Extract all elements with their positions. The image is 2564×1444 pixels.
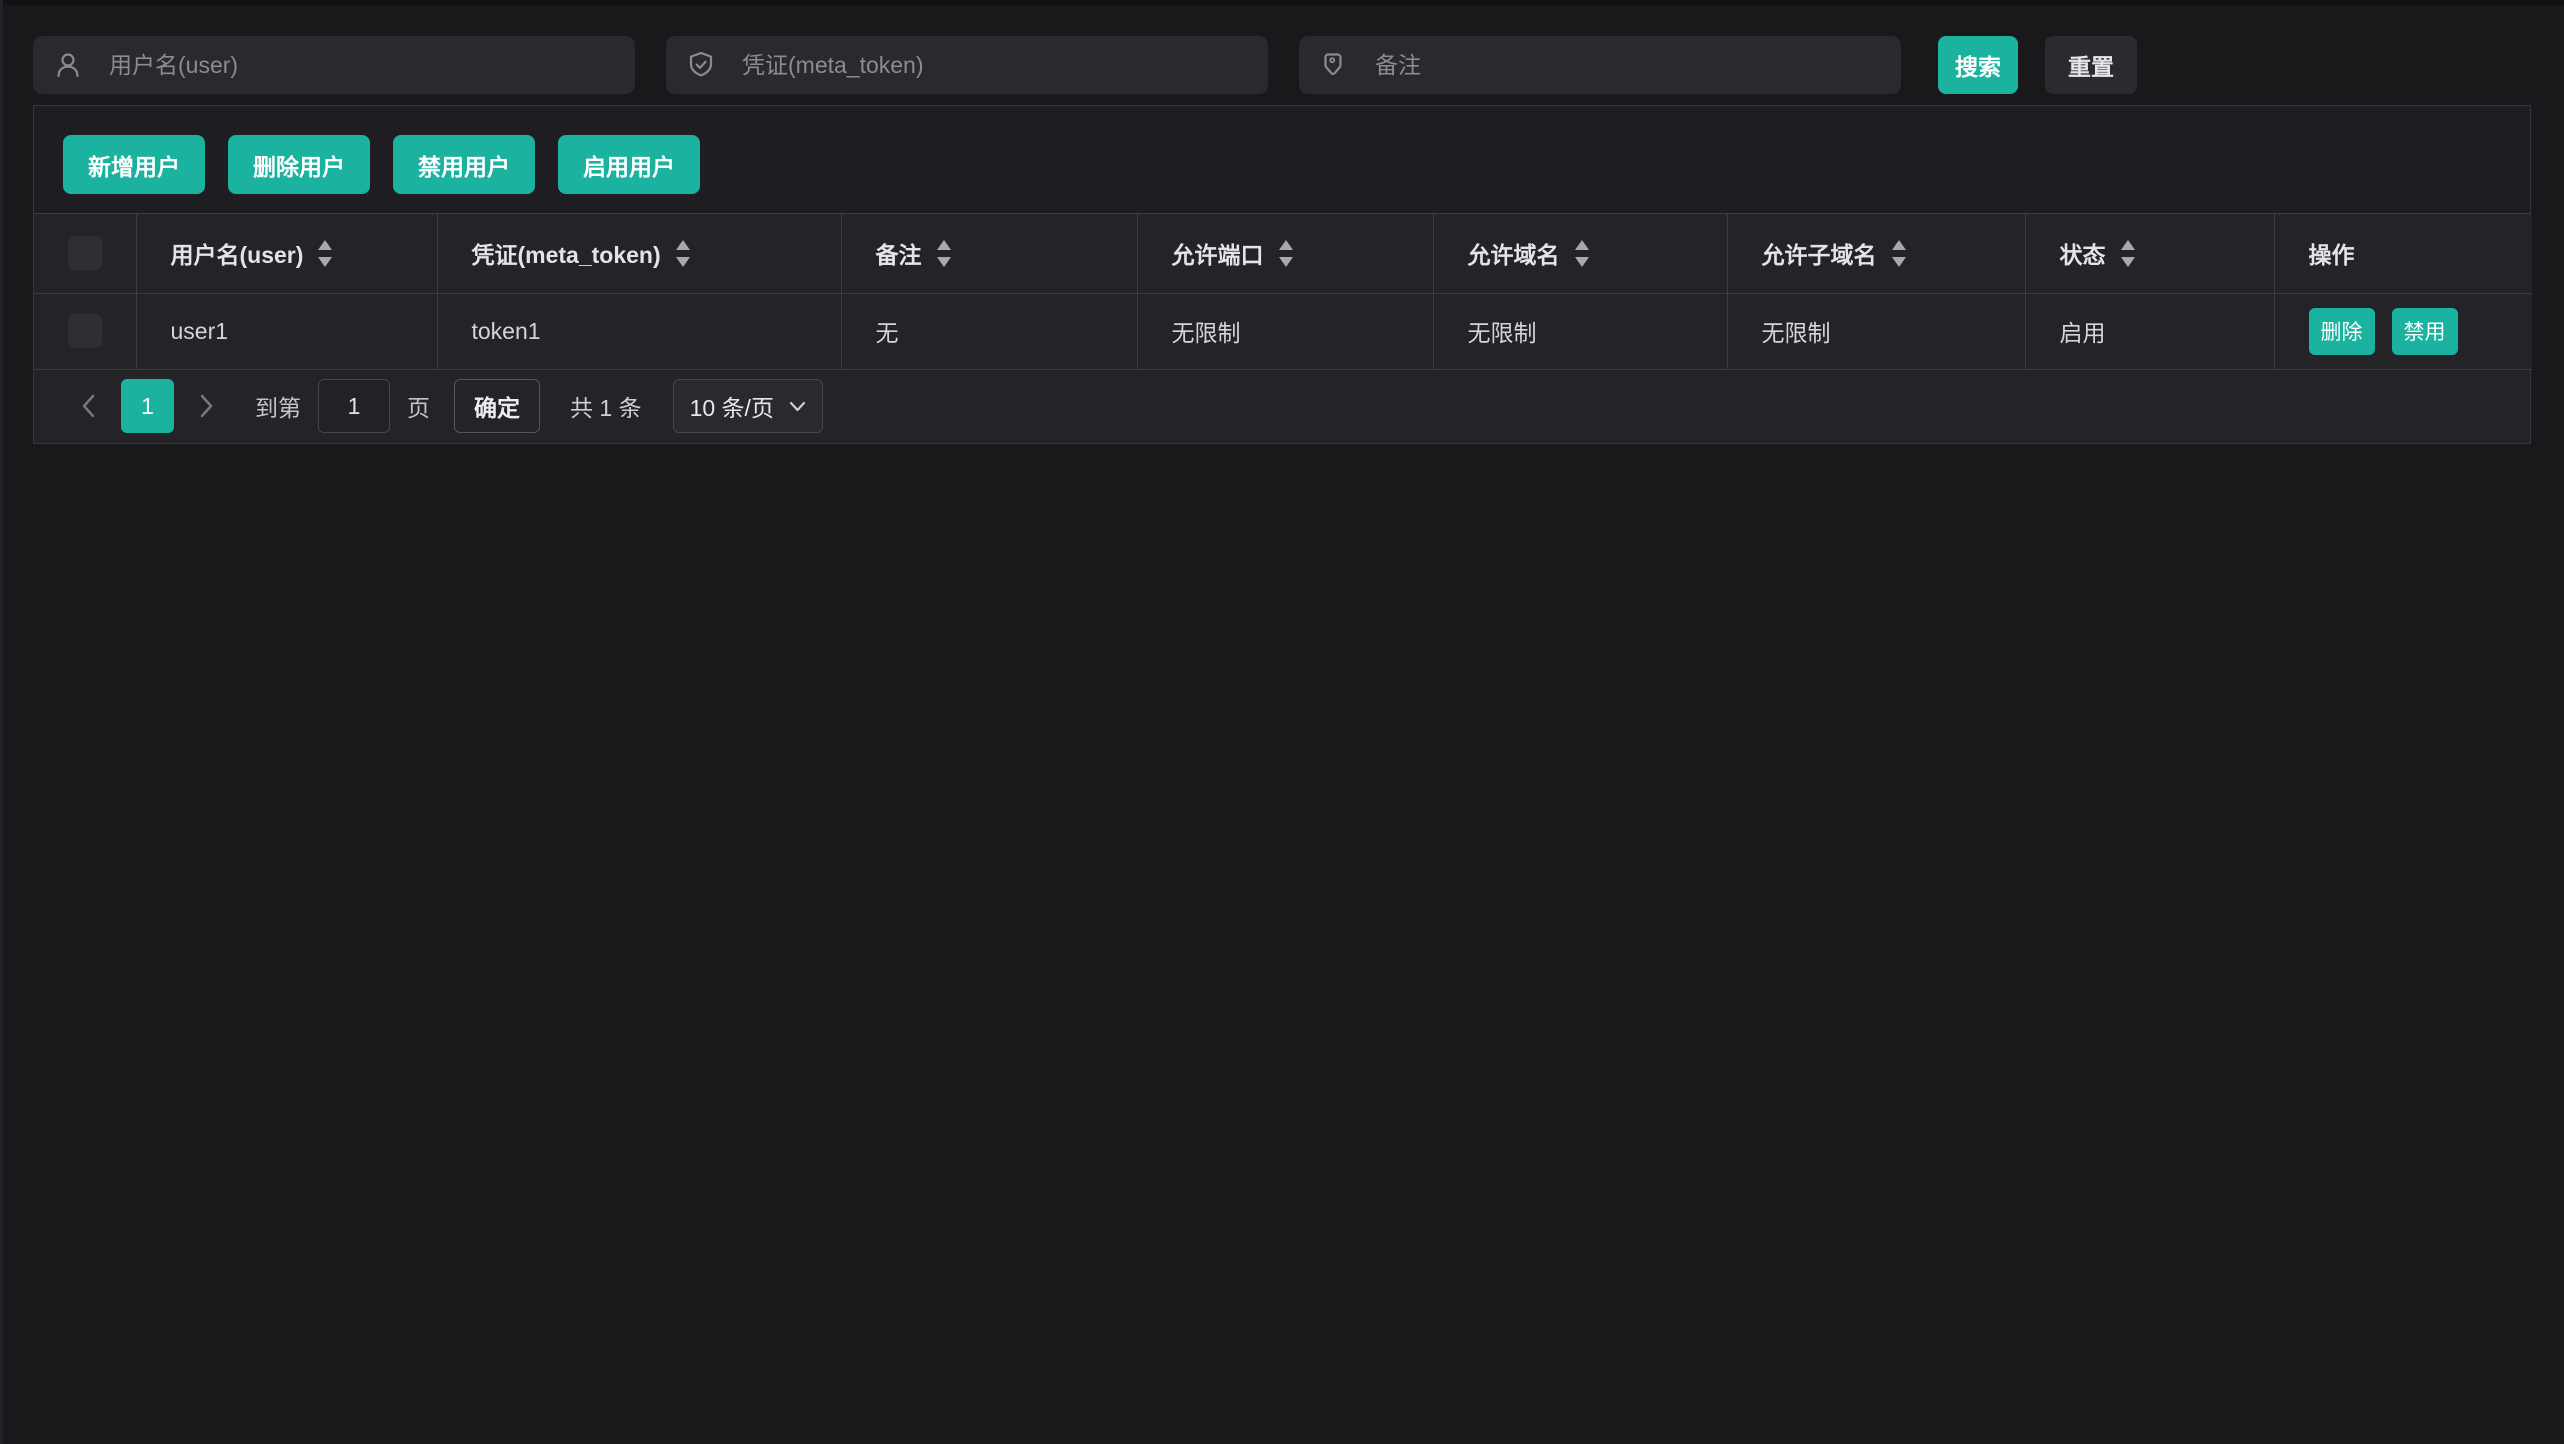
sort-icon[interactable] <box>676 240 690 267</box>
column-header-user[interactable]: 用户名(user) <box>136 214 437 293</box>
username-input[interactable] <box>107 51 615 80</box>
sort-icon[interactable] <box>1279 240 1293 267</box>
goto-page-prefix-label: 到第 <box>255 389 301 423</box>
user-table-panel: 新增用户 删除用户 禁用用户 启用用户 用户名(user) <box>33 105 2531 444</box>
next-page-button[interactable] <box>195 391 219 421</box>
column-header-allowed-subdomains[interactable]: 允许子域名 <box>1727 214 2025 293</box>
note-input[interactable] <box>1373 51 1881 80</box>
tag-icon <box>1319 50 1349 80</box>
user-icon <box>53 50 83 80</box>
column-header-status[interactable]: 状态 <box>2025 214 2274 293</box>
row-checkbox-cell <box>34 293 136 369</box>
search-bar: 搜索 重置 <box>0 0 2564 94</box>
disable-users-button[interactable]: 禁用用户 <box>393 135 535 194</box>
token-field[interactable] <box>666 36 1268 94</box>
cell-note: 无 <box>841 293 1137 369</box>
sort-icon[interactable] <box>2121 240 2135 267</box>
token-input[interactable] <box>740 51 1248 80</box>
shield-check-icon <box>686 50 716 80</box>
toolbar: 新增用户 删除用户 禁用用户 启用用户 <box>34 106 2530 214</box>
chevron-right-icon <box>198 392 216 420</box>
cell-status: 启用 <box>2025 293 2274 369</box>
chevron-left-icon <box>79 392 97 420</box>
cell-actions: 删除 禁用 <box>2274 293 2532 369</box>
row-disable-button[interactable]: 禁用 <box>2392 308 2458 355</box>
select-all-checkbox[interactable] <box>68 236 102 270</box>
row-delete-button[interactable]: 删除 <box>2309 308 2375 355</box>
sort-icon[interactable] <box>1575 240 1589 267</box>
add-user-button[interactable]: 新增用户 <box>63 135 205 194</box>
reset-button[interactable]: 重置 <box>2045 36 2137 94</box>
page-size-select[interactable]: 10 条/页 <box>673 379 823 433</box>
window-top-edge <box>0 0 2564 5</box>
header-checkbox-cell <box>34 214 136 293</box>
cell-meta-token: token1 <box>437 293 841 369</box>
row-checkbox[interactable] <box>68 314 102 348</box>
username-field[interactable] <box>33 36 635 94</box>
table-row: user1 token1 无 无限制 无限制 无限制 启用 删除 禁用 <box>34 293 2532 369</box>
cell-user: user1 <box>136 293 437 369</box>
delete-users-button[interactable]: 删除用户 <box>228 135 370 194</box>
total-count-label: 共 1 条 <box>570 389 642 423</box>
goto-confirm-button[interactable]: 确定 <box>454 379 540 433</box>
note-field[interactable] <box>1299 36 1901 94</box>
cell-allowed-domains: 无限制 <box>1433 293 1727 369</box>
pagination: 1 到第 页 确定 共 1 条 10 条/页 <box>34 370 2530 443</box>
window-left-edge <box>0 0 3 1444</box>
cell-allowed-subdomains: 无限制 <box>1727 293 2025 369</box>
page-size-value: 10 条/页 <box>690 389 774 423</box>
column-header-note[interactable]: 备注 <box>841 214 1137 293</box>
sort-icon[interactable] <box>937 240 951 267</box>
table-header-row: 用户名(user) 凭证(meta_token) <box>34 214 2532 293</box>
chevron-down-icon <box>789 401 806 412</box>
sort-icon[interactable] <box>318 240 332 267</box>
goto-page-input[interactable] <box>318 379 390 433</box>
sort-icon[interactable] <box>1892 240 1906 267</box>
cell-allowed-ports: 无限制 <box>1137 293 1433 369</box>
column-header-allowed-ports[interactable]: 允许端口 <box>1137 214 1433 293</box>
enable-users-button[interactable]: 启用用户 <box>558 135 700 194</box>
column-header-meta-token[interactable]: 凭证(meta_token) <box>437 214 841 293</box>
goto-page-suffix-label: 页 <box>407 389 430 423</box>
column-header-allowed-domains[interactable]: 允许域名 <box>1433 214 1727 293</box>
column-header-actions: 操作 <box>2274 214 2532 293</box>
prev-page-button[interactable] <box>76 391 100 421</box>
search-button[interactable]: 搜索 <box>1938 36 2018 94</box>
users-table: 用户名(user) 凭证(meta_token) <box>34 214 2532 370</box>
page-1-button[interactable]: 1 <box>121 379 174 433</box>
